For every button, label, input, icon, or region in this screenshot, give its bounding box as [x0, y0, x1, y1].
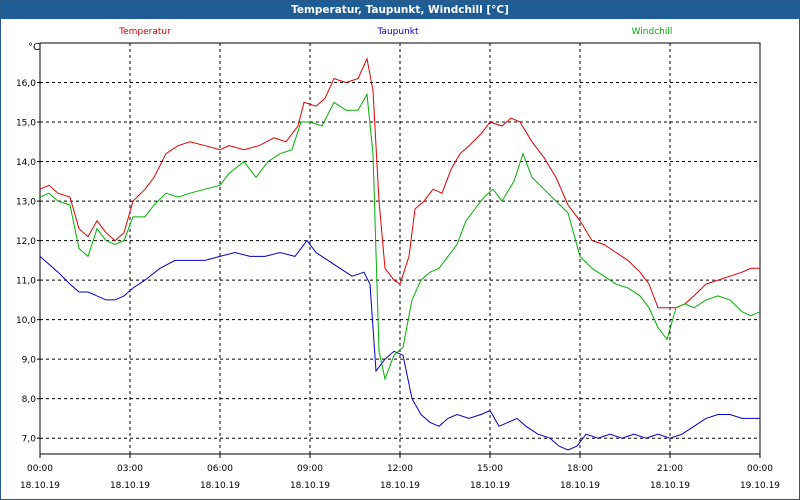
y-axis-unit-label: °C	[28, 42, 40, 53]
y-tick-label: 14,0	[16, 158, 36, 168]
legend: Temperatur Taupunkt Windchill	[118, 27, 672, 37]
y-tick-label: 8,0	[22, 395, 37, 405]
x-tick-time-label: 00:00	[747, 464, 773, 474]
x-tick-time-label: 12:00	[387, 464, 413, 474]
y-tick-label: 16,0	[16, 79, 36, 89]
legend-item-taupunkt: Taupunkt	[376, 27, 419, 37]
x-tick-time-label: 03:00	[117, 464, 143, 474]
x-tick-date-label: 18.10.19	[290, 481, 330, 491]
legend-item-temperatur: Temperatur	[118, 27, 171, 37]
y-tick-label: 12,0	[16, 237, 36, 247]
y-tick-label: 13,0	[16, 198, 36, 208]
y-tick-label: 7,0	[22, 435, 37, 445]
y-tick-labels: 16,0 15,0 14,0 13,0 12,0 11,0 10,0 9,0 8,0 7,0	[16, 79, 36, 445]
x-tick-time-label: 21:00	[657, 464, 683, 474]
x-tick-date-label: 18.10.19	[110, 481, 150, 491]
x-tick-date-label: 18.10.19	[470, 481, 510, 491]
x-tick-time-label: 09:00	[297, 464, 323, 474]
x-tick-date-label: 19.10.19	[740, 481, 780, 491]
plot-svg: °C 16,0 15,0 14,0 13,0 12,0 11,0 10,0 9,0 8,0 7,0…	[16, 27, 780, 491]
y-tick-label: 11,0	[16, 277, 36, 287]
x-tick-time-label: 18:00	[567, 464, 593, 474]
x-tick-time-label: 06:00	[207, 464, 233, 474]
legend-item-windchill: Windchill	[632, 27, 673, 37]
x-tick-time-label: 15:00	[477, 464, 503, 474]
chart-title: Temperatur, Taupunkt, Windchill [°C]	[1, 1, 799, 19]
x-tick-date-label: 18.10.19	[20, 481, 60, 491]
x-tick-labels: 00:00 18.10.19 03:00 18.10.19 06:00 18.10.19 0…	[20, 464, 780, 491]
chart-window: Temperatur, Taupunkt, Windchill [°C] °C …	[0, 0, 800, 500]
y-tick-label: 10,0	[16, 316, 36, 326]
x-tick-date-label: 18.10.19	[650, 481, 690, 491]
y-tick-label: 9,0	[22, 356, 37, 366]
x-tick-time-label: 00:00	[27, 464, 53, 474]
x-tick-date-label: 18.10.19	[560, 481, 600, 491]
x-tick-date-label: 18.10.19	[380, 481, 420, 491]
y-tick-label: 15,0	[16, 119, 36, 129]
x-tick-date-label: 18.10.19	[200, 481, 240, 491]
